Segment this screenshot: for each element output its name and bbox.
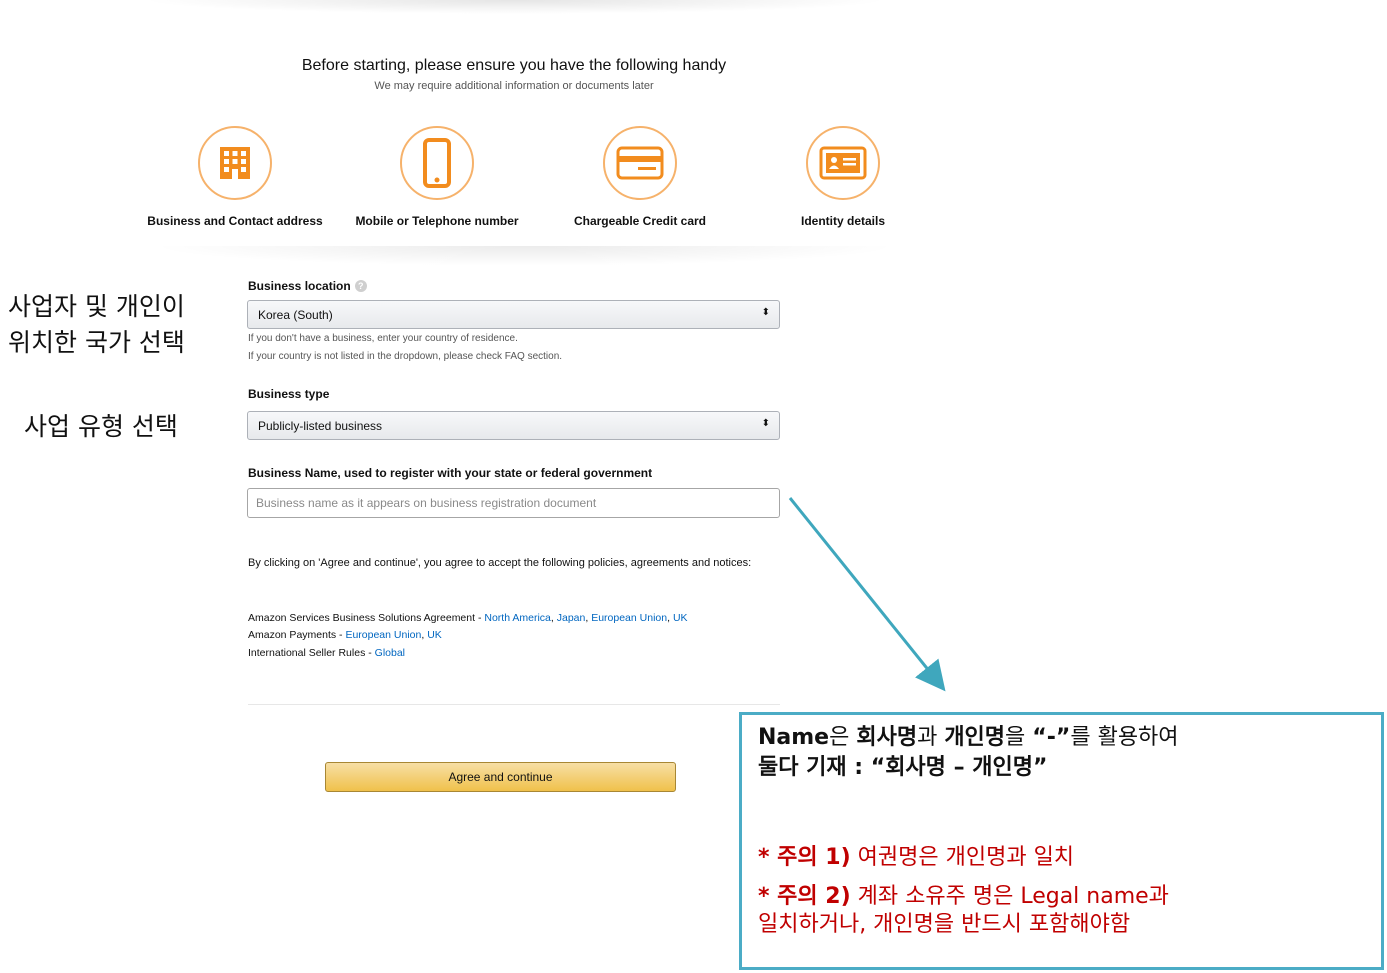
callout-note-2: * 주의 2) 계좌 소유주 명은 Legal name과	[758, 884, 1169, 909]
callout-line-1: Name은 회사명과 개인명을 “-”를 활용하여	[758, 725, 1179, 750]
callout-line-2: 둘다 기재 : “회사명 – 개인명”	[758, 755, 1048, 780]
callout-note-1: * 주의 1) 여권명은 개인명과 일치	[758, 845, 1075, 870]
callout-note-2-cont: 일치하거나, 개인명을 반드시 포함해야함	[758, 912, 1131, 937]
name-guidance-callout: Name은 회사명과 개인명을 “-”를 활용하여 둘다 기재 : “회사명 –…	[739, 712, 1384, 970]
